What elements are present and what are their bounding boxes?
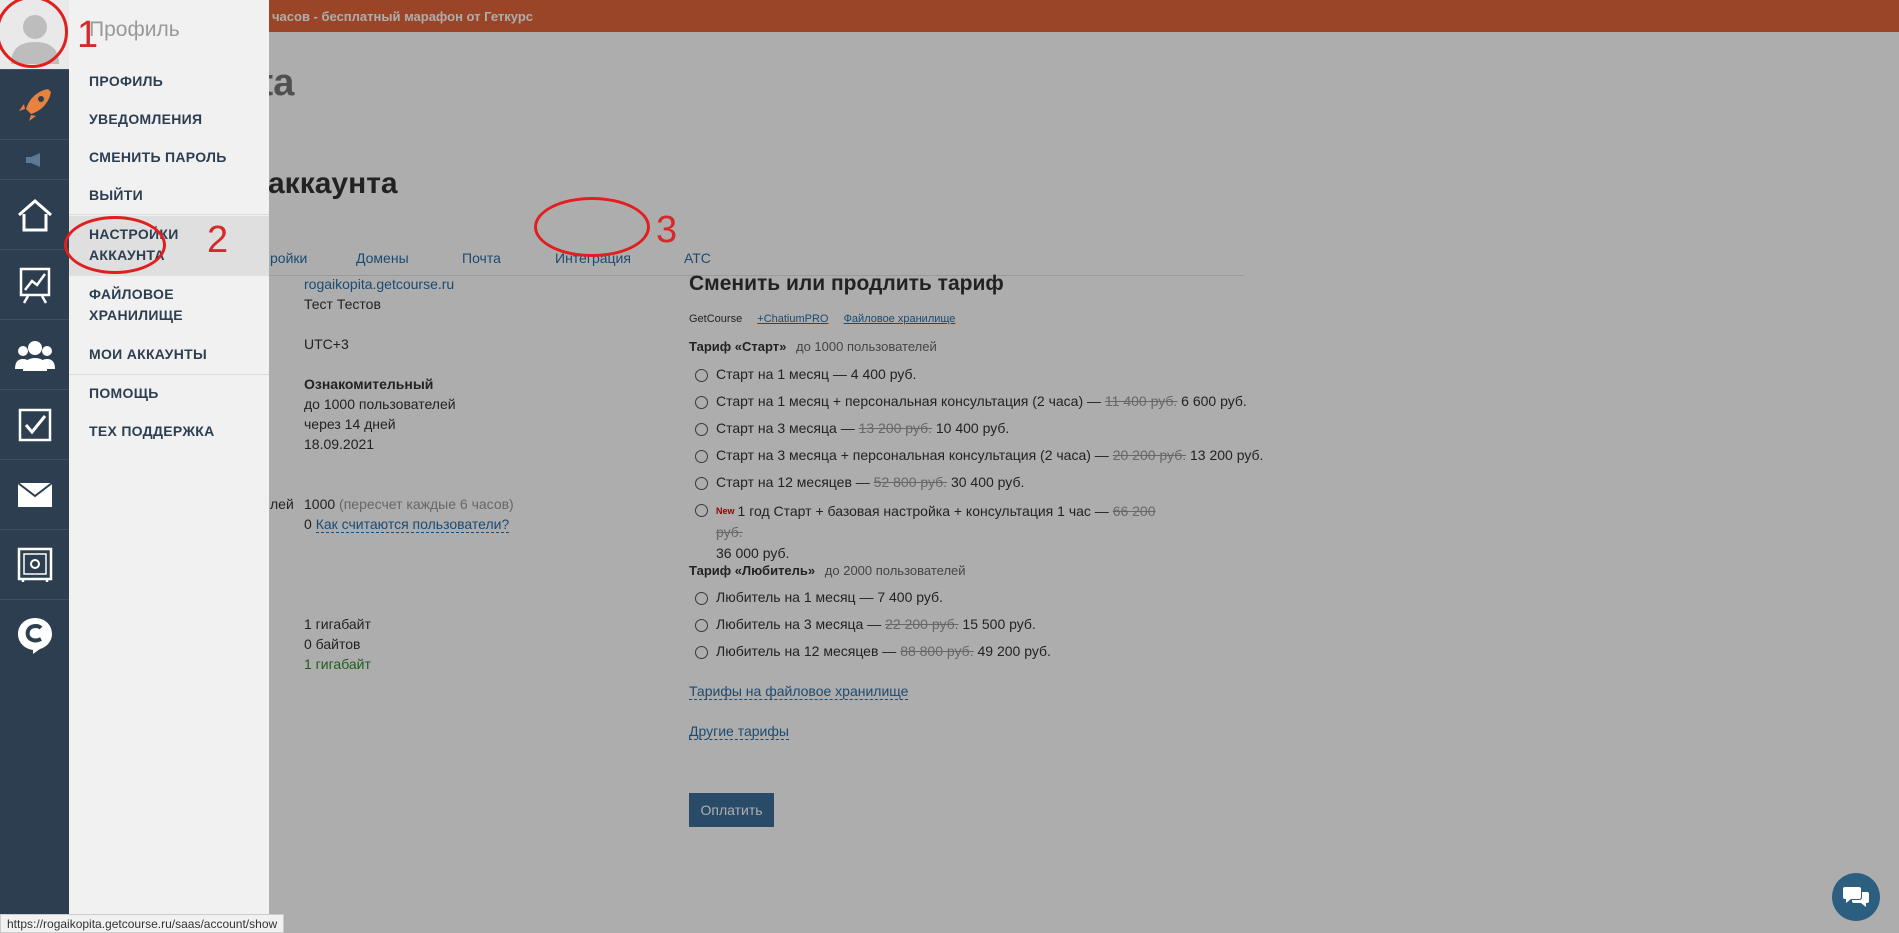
menu-item-logout[interactable]: ВЫЙТИ [89, 185, 259, 206]
menu-item-notifications[interactable]: УВЕДОМЛЕНИЯ [89, 109, 259, 130]
modal-overlay[interactable] [0, 0, 1899, 933]
mail-icon [16, 481, 53, 507]
menu-item-tech-support[interactable]: ТЕХ ПОДДЕРЖКА [89, 421, 259, 442]
profile-menu: Профиль ПРОФИЛЬ УВЕДОМЛЕНИЯ СМЕНИТЬ ПАРО… [69, 0, 269, 933]
status-url: https://rogaikopita.getcourse.ru/saas/ac… [0, 914, 285, 933]
annotation-number-3: 3 [656, 209, 678, 251]
sidebar-item-users[interactable] [0, 319, 69, 389]
sidebar-item-start[interactable] [0, 69, 69, 139]
menu-item-help[interactable]: ПОМОЩЬ [89, 383, 259, 404]
menu-divider [69, 214, 269, 215]
annotation-number-1: 1 [77, 14, 99, 56]
profile-menu-header: Профиль [89, 18, 180, 41]
checkbox-icon [18, 408, 51, 441]
safe-icon [17, 547, 52, 582]
sidebar-item-reports[interactable] [0, 249, 69, 319]
menu-item-my-accounts[interactable]: МОИ АККАУНТЫ [89, 344, 259, 365]
annotation-number-2: 2 [207, 219, 229, 261]
menu-item-file-storage[interactable]: ФАЙЛОВОЕ ХРАНИЛИЩЕ [89, 284, 209, 326]
home-icon [17, 198, 52, 231]
chat-icon [1843, 887, 1869, 907]
sidebar-item-tasks[interactable] [0, 389, 69, 459]
menu-divider [69, 374, 269, 375]
annotation-ring-2 [64, 216, 166, 274]
annotation-ring-3 [534, 197, 650, 257]
menu-item-profile[interactable]: ПРОФИЛЬ [89, 71, 259, 92]
rocket-icon [18, 88, 51, 121]
chatium-icon [17, 617, 52, 654]
sidebar-item-chatium[interactable] [0, 599, 69, 669]
icon-sidebar [0, 0, 69, 933]
megaphone-icon [25, 152, 40, 167]
sidebar-item-messages[interactable] [0, 459, 69, 529]
chat-button[interactable] [1832, 873, 1880, 921]
chart-icon [19, 267, 50, 304]
users-icon [14, 340, 55, 371]
sidebar-item-news[interactable] [0, 139, 69, 179]
menu-item-change-password[interactable]: СМЕНИТЬ ПАРОЛЬ [89, 147, 259, 168]
sidebar-item-sales[interactable] [0, 529, 69, 599]
sidebar-item-home[interactable] [0, 179, 69, 249]
